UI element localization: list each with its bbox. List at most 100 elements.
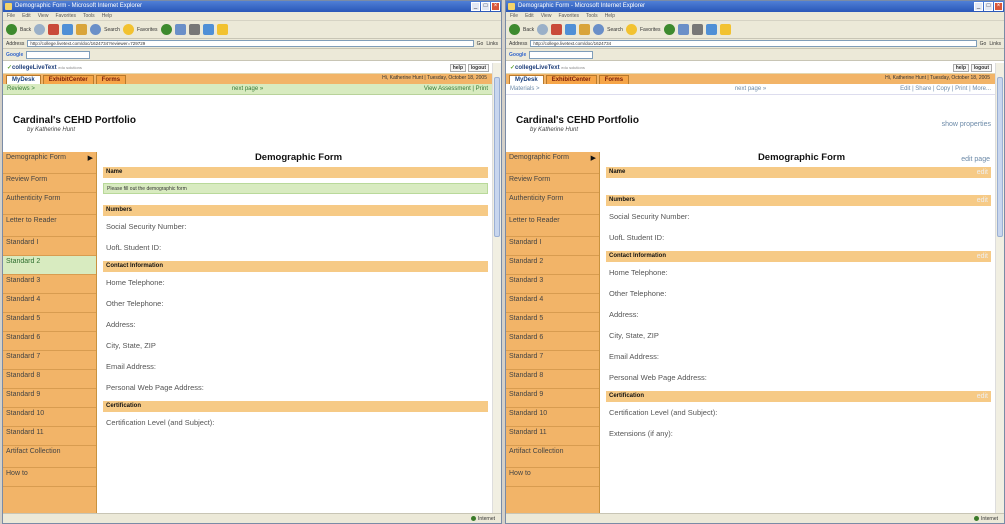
favorites-icon[interactable] (122, 24, 134, 35)
menu-favorites[interactable]: Favorites (55, 12, 76, 20)
folder-icon[interactable] (216, 24, 228, 35)
sidebar-item-standard-1[interactable]: Standard I (3, 237, 96, 256)
sidebar-item-standard-6[interactable]: Standard 6 (506, 332, 599, 351)
breadcrumb[interactable]: Reviews > (7, 84, 35, 95)
maximize-icon[interactable]: □ (984, 2, 993, 11)
view-assessment-print-links[interactable]: View Assessment | Print (424, 84, 488, 95)
edit-icon[interactable] (202, 24, 214, 35)
show-properties-link[interactable]: show properties (942, 121, 991, 128)
title-bar[interactable]: Demographic Form - Microsoft Internet Ex… (3, 1, 501, 12)
print-icon[interactable] (691, 24, 703, 35)
refresh-icon[interactable] (565, 24, 577, 35)
back-icon[interactable] (509, 24, 520, 35)
sidebar-item-artifact-collection[interactable]: Artifact Collection (3, 446, 96, 468)
tab-forms[interactable]: Forms (598, 75, 630, 84)
sidebar-item-standard-9[interactable]: Standard 9 (3, 389, 96, 408)
favorites-label[interactable]: Favorites (640, 27, 661, 33)
scroll-thumb[interactable] (494, 77, 500, 237)
menu-edit[interactable]: Edit (525, 12, 534, 20)
vertical-scrollbar[interactable] (492, 63, 501, 513)
sidebar-item-standard-11[interactable]: Standard 11 (3, 427, 96, 446)
sidebar-item-review-form[interactable]: Review Form (3, 174, 96, 193)
stop-icon[interactable] (551, 24, 563, 35)
vertical-scrollbar[interactable] (995, 63, 1004, 513)
sidebar-item-artifact-collection[interactable]: Artifact Collection (506, 446, 599, 468)
menu-file[interactable]: File (7, 12, 15, 20)
breadcrumb[interactable]: Materials > (510, 84, 540, 95)
favorites-label[interactable]: Favorites (137, 27, 158, 33)
edit-icon[interactable] (705, 24, 717, 35)
menu-view[interactable]: View (541, 12, 552, 20)
back-label[interactable]: Back (20, 27, 31, 33)
sidebar-item-standard-10[interactable]: Standard 10 (506, 408, 599, 427)
forward-icon[interactable] (34, 24, 46, 35)
sidebar-item-standard-1[interactable]: Standard I (506, 237, 599, 256)
links-button[interactable]: Links (486, 41, 498, 47)
sidebar-item-standard-7[interactable]: Standard 7 (3, 351, 96, 370)
sidebar-item-demographic-form[interactable]: ▶ Demographic Form (3, 152, 96, 174)
close-icon[interactable]: × (491, 2, 500, 11)
sidebar-item-authenticity-form[interactable]: Authenticity Form (3, 193, 96, 215)
next-page-link[interactable]: next page » (735, 84, 766, 95)
sidebar-item-standard-7[interactable]: Standard 7 (506, 351, 599, 370)
sidebar-item-standard-9[interactable]: Standard 9 (506, 389, 599, 408)
address-input[interactable]: http://college.livetext.com/doc/1624734 (530, 40, 977, 47)
search-label[interactable]: Search (607, 27, 623, 33)
history-icon[interactable] (663, 24, 675, 35)
site-logo[interactable]: ✓collegeLiveText edu solutions (510, 64, 585, 71)
edit-link[interactable]: edit (977, 391, 988, 402)
edit-link[interactable]: edit (977, 251, 988, 262)
logout-button[interactable]: logout (970, 64, 992, 72)
edit-share-copy-print-links[interactable]: Edit | Share | Copy | Print | More... (900, 84, 991, 95)
menu-help[interactable]: Help (102, 12, 112, 20)
sidebar-item-standard-8[interactable]: Standard 8 (506, 370, 599, 389)
mail-icon[interactable] (677, 24, 689, 35)
links-button[interactable]: Links (989, 41, 1001, 47)
title-bar[interactable]: Demographic Form - Microsoft Internet Ex… (506, 1, 1004, 12)
sidebar-item-standard-10[interactable]: Standard 10 (3, 408, 96, 427)
sidebar-item-standard-8[interactable]: Standard 8 (3, 370, 96, 389)
menu-view[interactable]: View (38, 12, 49, 20)
menu-edit[interactable]: Edit (22, 12, 31, 20)
print-icon[interactable] (188, 24, 200, 35)
menu-file[interactable]: File (510, 12, 518, 20)
tab-forms[interactable]: Forms (95, 75, 127, 84)
back-icon[interactable] (6, 24, 17, 35)
google-search-input[interactable] (529, 50, 594, 59)
sidebar-item-standard-2[interactable]: Standard 2 (3, 256, 96, 275)
sidebar-item-standard-6[interactable]: Standard 6 (3, 332, 96, 351)
tab-mydesk[interactable]: MyDesk (509, 75, 544, 84)
menu-help[interactable]: Help (605, 12, 615, 20)
tab-exhibitcenter[interactable]: ExhibitCenter (42, 75, 94, 84)
menu-tools[interactable]: Tools (83, 12, 95, 20)
logout-button[interactable]: logout (467, 64, 489, 72)
refresh-icon[interactable] (62, 24, 74, 35)
minimize-icon[interactable]: _ (471, 2, 480, 11)
scroll-thumb[interactable] (997, 77, 1003, 237)
sidebar-item-standard-4[interactable]: Standard 4 (506, 294, 599, 313)
edit-link[interactable]: edit (977, 195, 988, 206)
site-logo[interactable]: ✓collegeLiveText edu solutions (7, 64, 82, 71)
sidebar-item-standard-5[interactable]: Standard 5 (506, 313, 599, 332)
sidebar-item-how-to[interactable]: How to (3, 468, 96, 487)
next-page-link[interactable]: next page » (232, 84, 263, 95)
menu-favorites[interactable]: Favorites (558, 12, 579, 20)
help-button[interactable]: help (952, 64, 969, 72)
address-input[interactable]: http://college.livetext.com/doc/1624734?… (27, 40, 474, 47)
sidebar-item-standard-5[interactable]: Standard 5 (3, 313, 96, 332)
sidebar-item-standard-2[interactable]: Standard 2 (506, 256, 599, 275)
sidebar-item-standard-4[interactable]: Standard 4 (3, 294, 96, 313)
google-search-input[interactable] (26, 50, 91, 59)
back-label[interactable]: Back (523, 27, 534, 33)
favorites-icon[interactable] (625, 24, 637, 35)
close-icon[interactable]: × (994, 2, 1003, 11)
sidebar-item-standard-3[interactable]: Standard 3 (3, 275, 96, 294)
sidebar-item-authenticity-form[interactable]: Authenticity Form (506, 193, 599, 215)
menu-tools[interactable]: Tools (586, 12, 598, 20)
home-icon[interactable] (76, 24, 88, 35)
sidebar-item-how-to[interactable]: How to (506, 468, 599, 487)
go-button[interactable]: Go (980, 41, 987, 47)
tab-exhibitcenter[interactable]: ExhibitCenter (545, 75, 597, 84)
tab-mydesk[interactable]: MyDesk (6, 75, 41, 84)
sidebar-item-standard-3[interactable]: Standard 3 (506, 275, 599, 294)
